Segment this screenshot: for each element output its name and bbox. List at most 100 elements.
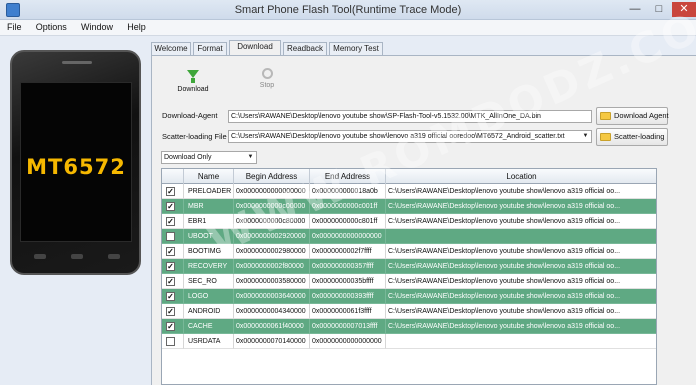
location-cell[interactable]: C:\Users\RAWANE\Desktop\lenovo youtube s… — [386, 304, 656, 319]
menu-file[interactable]: File — [2, 20, 27, 34]
menu-options[interactable]: Options — [31, 20, 72, 34]
table-row[interactable]: USRDATA 0x0000000070140000 0x0000000000000… — [162, 334, 656, 349]
download-agent-field[interactable]: C:\Users\RAWANE\Desktop\lenovo youtube s… — [228, 110, 592, 123]
begin-address-cell: 0x0000000003640000 — [234, 289, 310, 304]
location-cell[interactable] — [386, 334, 656, 349]
menu-window[interactable]: Window — [76, 20, 118, 34]
checkbox-cell: ✓ — [162, 289, 184, 304]
checkbox-cell: ✓ — [162, 304, 184, 319]
header-begin-address[interactable]: Begin Address — [234, 169, 310, 184]
stop-icon — [261, 68, 273, 79]
chevron-down-icon[interactable]: ▼ — [246, 153, 255, 162]
checkbox-cell: ✓ — [162, 319, 184, 334]
phone-keys — [32, 252, 122, 264]
end-address-cell: 0x0000000000000000 — [310, 334, 386, 349]
table-row[interactable]: ✓ ANDROID 0x0000000004340000 0x0000000061f3… — [162, 304, 656, 319]
table-row[interactable]: ✓ RECOVERY 0x0000000002f80000 0x00000000035… — [162, 259, 656, 274]
row-checkbox[interactable] — [166, 232, 175, 241]
begin-address-cell: 0x0000000002980000 — [234, 244, 310, 259]
name-cell: CACHE — [184, 319, 234, 334]
row-checkbox[interactable]: ✓ — [166, 217, 175, 226]
row-checkbox[interactable]: ✓ — [166, 202, 175, 211]
minimize-button[interactable]: — — [624, 2, 646, 17]
row-checkbox[interactable]: ✓ — [166, 187, 175, 196]
checkbox-cell: ✓ — [162, 199, 184, 214]
location-cell[interactable]: C:\Users\RAWANE\Desktop\lenovo youtube s… — [386, 319, 656, 334]
tab-memory-test[interactable]: Memory Test — [329, 42, 383, 56]
begin-address-cell: 0x0000000004340000 — [234, 304, 310, 319]
end-address-cell: 0x000000000018a0b — [310, 184, 386, 199]
checkbox-cell: ✓ — [162, 259, 184, 274]
phone-illustration: MT6572 — [10, 50, 141, 275]
location-cell[interactable]: C:\Users\RAWANE\Desktop\lenovo youtube s… — [386, 289, 656, 304]
table-row[interactable]: ✓ EBR1 0x0000000000c80000 0x0000000000c801f… — [162, 214, 656, 229]
table-row[interactable]: ✓ CACHE 0x0000000061f40000 0x0000000007013f… — [162, 319, 656, 334]
header-location[interactable]: Location — [386, 169, 656, 184]
location-cell[interactable]: C:\Users\RAWANE\Desktop\lenovo youtube s… — [386, 274, 656, 289]
end-address-cell: 0x0000000007013ffff — [310, 319, 386, 334]
menu-help[interactable]: Help — [122, 20, 151, 34]
end-address-cell: 0x0000000061f3ffff — [310, 304, 386, 319]
tab-format[interactable]: Format — [193, 42, 227, 56]
header-name[interactable]: Name — [184, 169, 234, 184]
stop-button[interactable]: Stop — [250, 66, 284, 89]
close-button[interactable]: ✕ — [672, 2, 696, 17]
table-row[interactable]: ✓ MBR 0x0000000000c00000 0x0000000000c001ff… — [162, 199, 656, 214]
table-row[interactable]: ✓ SEC_RO 0x0000000003580000 0x00000000035bf… — [162, 274, 656, 289]
row-checkbox[interactable]: ✓ — [166, 262, 175, 271]
table-row[interactable]: UBOOT 0x0000000002920000 0x000000000000000… — [162, 229, 656, 244]
location-cell[interactable]: C:\Users\RAWANE\Desktop\lenovo youtube s… — [386, 214, 656, 229]
phone-screen: MT6572 — [20, 82, 132, 242]
table-header: Name Begin Address End Address Location — [162, 169, 656, 184]
name-cell: USRDATA — [184, 334, 234, 349]
partition-table: Name Begin Address End Address Location … — [161, 168, 657, 385]
location-cell[interactable]: C:\Users\RAWANE\Desktop\lenovo youtube s… — [386, 259, 656, 274]
tab-readback[interactable]: Readback — [283, 42, 327, 56]
home-key-icon — [71, 254, 83, 259]
folder-icon — [600, 133, 611, 141]
begin-address-cell: 0x0000000002920000 — [234, 229, 310, 244]
download-button[interactable]: Download — [172, 66, 214, 93]
location-cell[interactable]: C:\Users\RAWANE\Desktop\lenovo youtube s… — [386, 244, 656, 259]
location-cell[interactable]: C:\Users\RAWANE\Desktop\lenovo youtube s… — [386, 199, 656, 214]
table-row[interactable]: ✓ LOGO 0x0000000003640000 0x000000000393fff… — [162, 289, 656, 304]
scatter-file-combo[interactable]: C:\Users\RAWANE\Desktop\lenovo youtube s… — [228, 130, 592, 143]
name-cell: MBR — [184, 199, 234, 214]
download-agent-label: Download-Agent — [162, 111, 218, 120]
table-row[interactable]: ✓ BOOTIMG 0x0000000002980000 0x0000000002f7… — [162, 244, 656, 259]
window-title: Smart Phone Flash Tool(Runtime Trace Mod… — [234, 4, 462, 16]
download-arrow-stem — [191, 78, 195, 83]
name-cell: BOOTIMG — [184, 244, 234, 259]
chip-label: MT6572 — [26, 155, 126, 179]
mode-select[interactable]: Download Only ▼ — [161, 151, 257, 164]
download-agent-button[interactable]: Download Agent — [596, 107, 669, 125]
row-checkbox[interactable] — [166, 337, 175, 346]
name-cell: LOGO — [184, 289, 234, 304]
begin-address-cell: 0x0000000061f40000 — [234, 319, 310, 334]
tab-welcome[interactable]: Welcome — [151, 42, 191, 56]
begin-address-cell: 0x0000000000c80000 — [234, 214, 310, 229]
scatter-label: Scatter-loading File — [162, 132, 227, 141]
chevron-down-icon[interactable]: ▼ — [581, 132, 590, 141]
end-address-cell: 0x0000000002f7ffff — [310, 244, 386, 259]
end-address-cell: 0x000000000393ffff — [310, 289, 386, 304]
row-checkbox[interactable]: ✓ — [166, 322, 175, 331]
row-checkbox[interactable]: ✓ — [166, 277, 175, 286]
location-cell[interactable] — [386, 229, 656, 244]
row-checkbox[interactable]: ✓ — [166, 247, 175, 256]
scatter-file-value: C:\Users\RAWANE\Desktop\lenovo youtube s… — [231, 133, 565, 140]
maximize-button[interactable]: □ — [648, 2, 670, 17]
download-label: Download — [177, 86, 209, 93]
location-cell[interactable]: C:\Users\RAWANE\Desktop\lenovo youtube s… — [386, 184, 656, 199]
header-end-address[interactable]: End Address — [310, 169, 386, 184]
end-address-cell: 0x0000000000c001ff — [310, 199, 386, 214]
name-cell: RECOVERY — [184, 259, 234, 274]
row-checkbox[interactable]: ✓ — [166, 292, 175, 301]
row-checkbox[interactable]: ✓ — [166, 307, 175, 316]
stop-label: Stop — [259, 82, 275, 89]
checkbox-cell — [162, 334, 184, 349]
end-address-cell: 0x000000000357ffff — [310, 259, 386, 274]
table-row[interactable]: ✓ PRELOADER 0x0000000000000000 0x0000000000… — [162, 184, 656, 199]
scatter-loading-button[interactable]: Scatter-loading — [596, 128, 668, 146]
tab-download[interactable]: Download — [229, 40, 281, 56]
